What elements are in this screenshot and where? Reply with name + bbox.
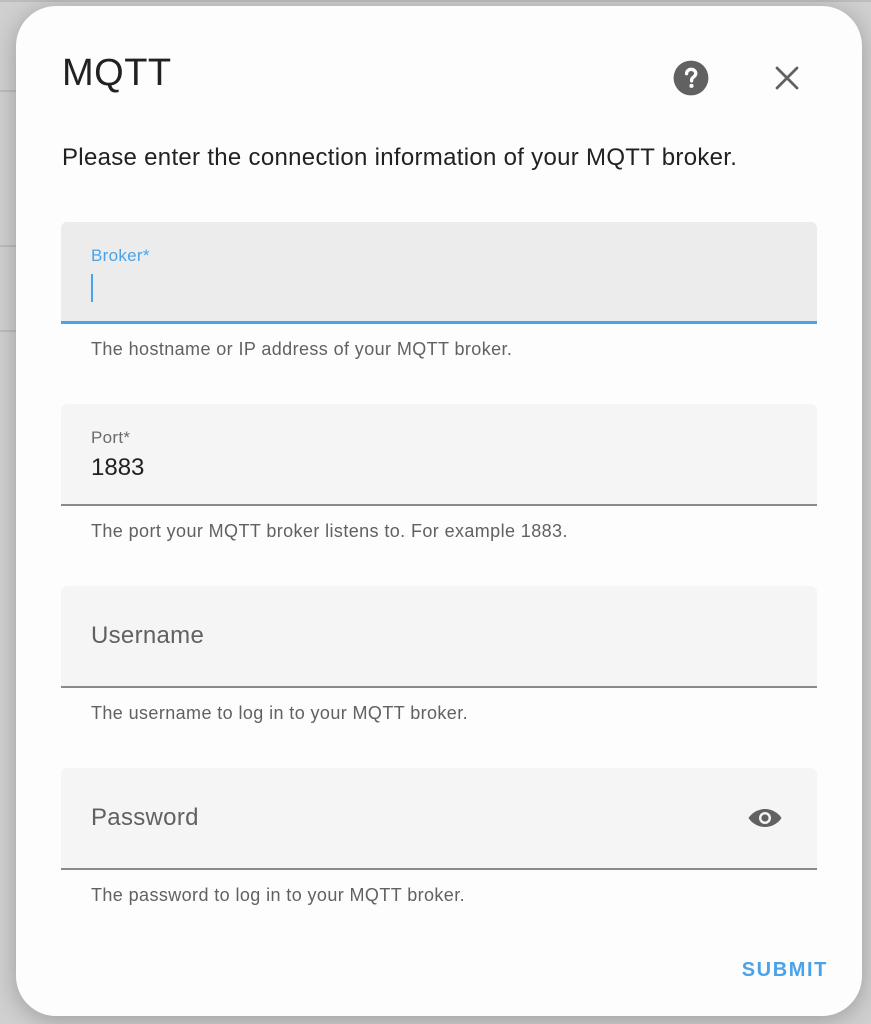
password-helper-text: The password to log in to your MQTT brok…: [91, 885, 466, 905]
backdrop-divider: [0, 245, 16, 247]
submit-button[interactable]: SUBMIT: [712, 952, 828, 988]
username-field[interactable]: Username: [61, 586, 817, 688]
port-label: Port*: [91, 428, 131, 447]
broker-helper-text: The hostname or IP address of your MQTT …: [91, 339, 513, 359]
broker-field[interactable]: Broker*: [61, 222, 817, 324]
eye-icon: [748, 809, 782, 827]
username-label: Username: [91, 622, 205, 649]
backdrop-divider: [0, 330, 16, 332]
dialog-title: MQTT: [62, 52, 172, 94]
port-value: 1883: [91, 454, 145, 481]
help-circle-icon: [673, 60, 709, 96]
broker-label: Broker*: [91, 246, 150, 265]
mqtt-config-dialog: MQTT Please enter the connection informa…: [16, 6, 862, 1016]
backdrop-divider: [0, 90, 16, 92]
toggle-password-visibility-button[interactable]: [745, 800, 785, 836]
close-icon: [775, 66, 799, 90]
password-label: Password: [91, 804, 199, 831]
port-helper-text: The port your MQTT broker listens to. Fo…: [91, 521, 568, 541]
dialog-description: Please enter the connection information …: [62, 144, 738, 171]
password-field[interactable]: Password: [61, 768, 817, 870]
close-button[interactable]: [767, 58, 807, 98]
backdrop-divider: [0, 0, 871, 2]
text-caret: [91, 274, 93, 302]
port-field[interactable]: Port* 1883: [61, 404, 817, 506]
username-helper-text: The username to log in to your MQTT brok…: [91, 703, 469, 723]
help-button[interactable]: [671, 58, 711, 98]
